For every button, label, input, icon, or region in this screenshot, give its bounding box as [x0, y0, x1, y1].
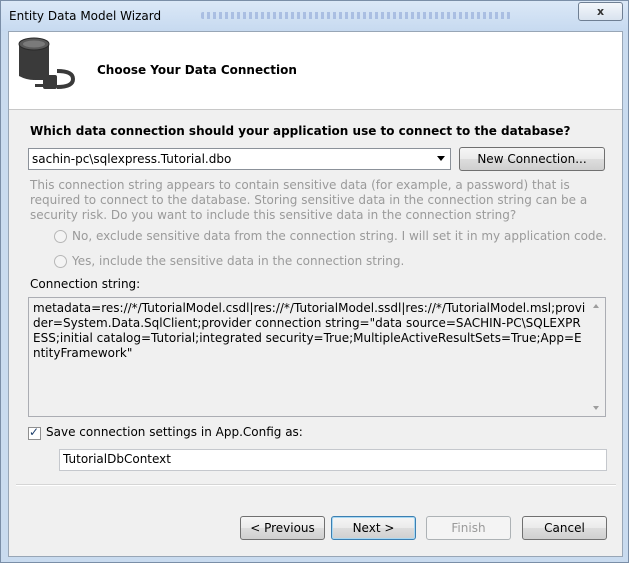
footer-separator	[16, 484, 616, 486]
wizard-header: Choose Your Data Connection	[9, 32, 622, 110]
sensitive-data-notice: This connection string appears to contai…	[30, 178, 588, 222]
title-blurred-region	[201, 12, 511, 19]
database-plug-icon	[18, 37, 76, 89]
window-title: Entity Data Model Wizard	[9, 9, 162, 23]
context-name-field[interactable]	[59, 449, 607, 471]
connection-string-box[interactable]: metadata=res://*/TutorialModel.csdl|res:…	[28, 297, 606, 417]
checkmark-icon: ✓	[29, 425, 40, 439]
exclude-sensitive-radio	[54, 230, 67, 243]
save-settings-checkbox[interactable]: ✓	[28, 425, 41, 440]
finish-button: Finish	[426, 516, 511, 540]
include-sensitive-label: Yes, include the sensitive data in the c…	[72, 254, 405, 268]
include-sensitive-radio	[54, 255, 67, 268]
context-name-input[interactable]	[63, 452, 593, 466]
connection-string-text: metadata=res://*/TutorialModel.csdl|res:…	[33, 301, 586, 360]
wizard-window: Entity Data Model Wizard x Choose Your D…	[0, 0, 629, 563]
scroll-down-icon[interactable]	[593, 406, 599, 410]
previous-button[interactable]: < Previous	[240, 516, 325, 540]
title-bar[interactable]: Entity Data Model Wizard x	[1, 1, 628, 31]
scroll-up-icon[interactable]	[593, 304, 599, 308]
connection-string-scrollbar[interactable]	[588, 298, 605, 416]
chevron-down-icon	[437, 156, 445, 161]
exclude-sensitive-label: No, exclude sensitive data from the conn…	[72, 229, 607, 243]
connection-dropdown[interactable]: sachin-pc\sqlexpress.Tutorial.dbo	[28, 148, 451, 170]
wizard-body: Choose Your Data Connection Which data c…	[8, 31, 623, 557]
connection-question: Which data connection should your applic…	[30, 124, 571, 138]
close-icon: x	[596, 5, 605, 18]
connection-dropdown-value: sachin-pc\sqlexpress.Tutorial.dbo	[32, 152, 232, 166]
close-button[interactable]: x	[578, 2, 623, 21]
save-settings-label: Save connection settings in App.Config a…	[46, 425, 303, 439]
new-connection-button[interactable]: New Connection...	[459, 147, 605, 171]
connection-string-label: Connection string:	[30, 277, 141, 291]
page-title: Choose Your Data Connection	[97, 63, 297, 77]
cancel-button[interactable]: Cancel	[522, 516, 607, 540]
next-button[interactable]: Next >	[331, 516, 416, 540]
